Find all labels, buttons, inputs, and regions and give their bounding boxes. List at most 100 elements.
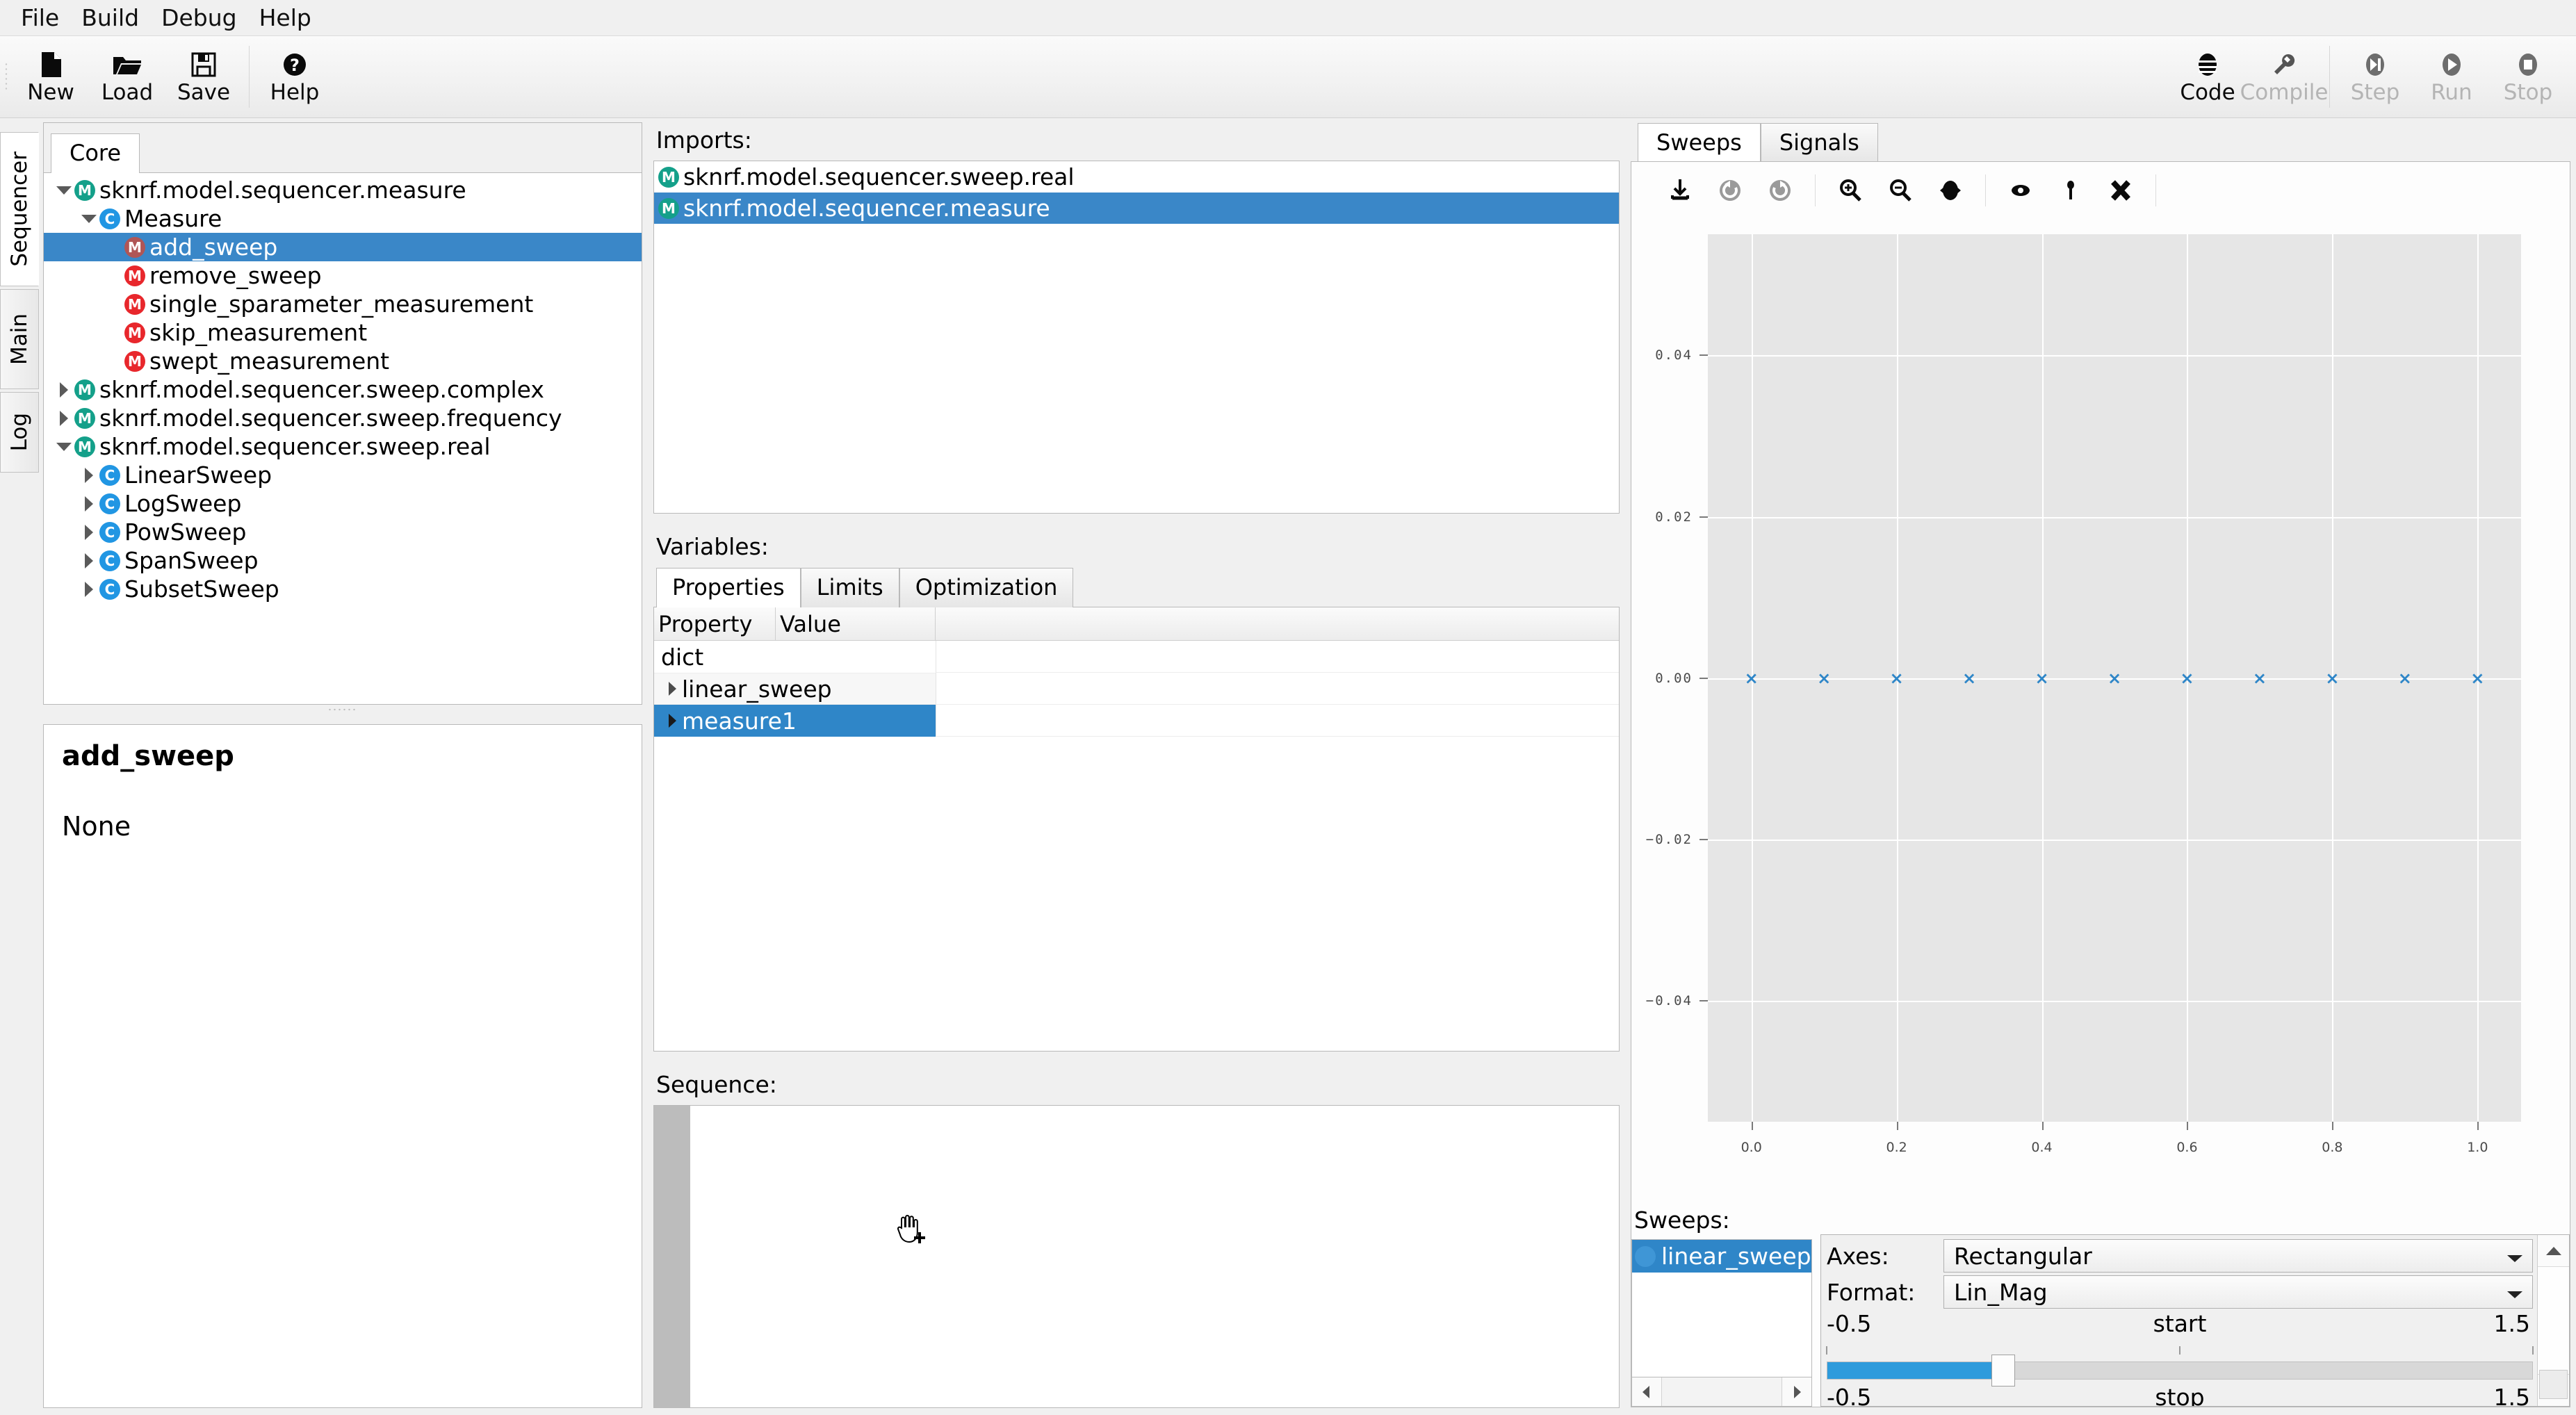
pan-icon[interactable]: [1925, 165, 1975, 215]
vscroll-thumb[interactable]: [2539, 1370, 2568, 1399]
property-cell[interactable]: measure1: [654, 705, 936, 737]
chevron-right-icon[interactable]: [79, 524, 99, 540]
tree-item[interactable]: Msknrf.model.sequencer.sweep.frequency: [44, 404, 642, 432]
sweep-list-item[interactable]: linear_sweep: [1632, 1240, 1811, 1273]
chevron-down-icon[interactable]: [54, 186, 74, 195]
column-header-property[interactable]: Property: [654, 607, 776, 641]
imports-list[interactable]: Msknrf.model.sequencer.sweep.real Msknrf.…: [653, 161, 1620, 514]
tree-item[interactable]: Msknrf.model.sequencer.sweep.complex: [44, 375, 642, 404]
property-cell[interactable]: linear_sweep: [654, 673, 936, 705]
help-button[interactable]: ? Help: [256, 36, 333, 117]
plot-axes-area[interactable]: −0.04 −0.02 0.00 0.02 0.04 0.0 0.2 0.4 0.6 0.8 1.0…: [1646, 234, 2521, 1155]
data-point: ×: [2470, 668, 2485, 688]
chevron-right-icon[interactable]: [79, 553, 99, 569]
plot-canvas[interactable]: −0.04 −0.02 0.00 0.02 0.04 0.0 0.2 0.4 0.6 0.8 1.0…: [1631, 219, 2570, 1198]
chevron-down-icon[interactable]: [79, 214, 99, 223]
sequence-canvas[interactable]: [690, 1106, 1619, 1407]
core-tree[interactable]: Msknrf.model.sequencer.measure C Measure Ma…: [44, 173, 642, 704]
value-cell[interactable]: [936, 673, 1619, 705]
tree-item[interactable]: C SubsetSweep: [44, 575, 642, 603]
tree-item[interactable]: Mswept_measurement: [44, 347, 642, 375]
sidebar-tab-log[interactable]: Log: [0, 392, 39, 473]
tree-item[interactable]: Msingle_sparameter_measurement: [44, 290, 642, 318]
chevron-right-icon[interactable]: [79, 467, 99, 483]
chevron-right-icon[interactable]: [662, 714, 682, 728]
save-icon[interactable]: [1655, 165, 1705, 215]
tree-item[interactable]: Mremove_sweep: [44, 261, 642, 290]
y-tick-label: −0.04: [1645, 992, 1693, 1008]
slider-start[interactable]: [1826, 1346, 2534, 1387]
tree-item[interactable]: C PowSweep: [44, 518, 642, 546]
sweep-settings-vscrollbar[interactable]: [2537, 1235, 2569, 1406]
property-cell[interactable]: dict: [654, 641, 936, 673]
sweeps-list[interactable]: linear_sweep: [1631, 1239, 1812, 1377]
chevron-down-icon[interactable]: [54, 442, 74, 451]
chevron-right-icon[interactable]: [54, 410, 74, 426]
chevron-right-icon[interactable]: [79, 581, 99, 597]
sequence-editor[interactable]: [653, 1105, 1620, 1408]
tab-sweeps[interactable]: Sweeps: [1638, 123, 1761, 163]
table-row[interactable]: linear_sweep: [654, 673, 1619, 705]
menu-debug[interactable]: Debug: [150, 5, 248, 31]
main-toolbar: New Load Save? Help Code Compile Step Run Stop: [0, 36, 2576, 118]
tree-item[interactable]: Msknrf.model.sequencer.measure: [44, 176, 642, 204]
menu-build[interactable]: Build: [70, 5, 150, 31]
scroll-up-icon[interactable]: [2538, 1235, 2569, 1267]
marker-icon[interactable]: [2046, 165, 2096, 215]
tab-core[interactable]: Core: [51, 133, 140, 173]
vscroll-track[interactable]: [2538, 1267, 2569, 1399]
import-item[interactable]: Msknrf.model.sequencer.measure: [654, 193, 1619, 224]
tab-limits[interactable]: Limits: [800, 568, 899, 608]
table-row[interactable]: measure1: [654, 705, 1619, 737]
menu-help[interactable]: Help: [248, 5, 323, 31]
slider-handle[interactable]: [1991, 1355, 2015, 1387]
code-button[interactable]: Code: [2169, 36, 2246, 117]
value-cell[interactable]: [936, 641, 1619, 673]
tree-item[interactable]: C SpanSweep: [44, 546, 642, 575]
scroll-right-icon[interactable]: [1782, 1377, 1811, 1406]
clear-icon[interactable]: [2096, 165, 2146, 215]
tab-properties[interactable]: Properties: [656, 568, 801, 608]
variables-table[interactable]: Property Value dict linear_sweep measure1: [653, 607, 1620, 1052]
chevron-right-icon[interactable]: [79, 496, 99, 512]
scroll-left-icon[interactable]: [1632, 1377, 1661, 1406]
tree-item[interactable]: C LinearSweep: [44, 461, 642, 489]
chevron-right-icon[interactable]: [662, 682, 682, 696]
y-tick-label: 0.04: [1655, 347, 1693, 363]
new-button[interactable]: New: [13, 36, 89, 117]
module-badge-icon: M: [658, 197, 679, 219]
save-button[interactable]: Save: [165, 36, 242, 117]
table-row[interactable]: dict: [654, 641, 1619, 673]
compile-button[interactable]: Compile: [2240, 36, 2328, 117]
load-button[interactable]: Load: [89, 36, 165, 117]
format-dropdown[interactable]: Lin_Mag: [1943, 1275, 2533, 1309]
zoom-in-icon[interactable]: [1825, 165, 1875, 215]
tree-item-label: sknrf.model.sequencer.sweep.frequency: [99, 404, 562, 432]
chevron-right-icon[interactable]: [54, 382, 74, 398]
axes-dropdown[interactable]: Rectangular: [1943, 1239, 2533, 1273]
sweeps-list-hscrollbar[interactable]: [1631, 1377, 1812, 1407]
tab-optimization[interactable]: Optimization: [899, 568, 1074, 608]
sidebar-tab-sequencer[interactable]: Sequencer: [0, 132, 39, 286]
run-button[interactable]: Run: [2413, 36, 2490, 117]
import-item[interactable]: Msknrf.model.sequencer.sweep.real: [654, 161, 1619, 193]
tree-item[interactable]: Madd_sweep: [44, 233, 642, 261]
step-button[interactable]: Step: [2337, 36, 2413, 117]
toolbar-drag-handle[interactable]: [0, 36, 13, 117]
tree-item-label: LinearSweep: [124, 461, 272, 489]
hscroll-track[interactable]: [1661, 1377, 1782, 1406]
menu-file[interactable]: File: [10, 5, 70, 31]
tree-item[interactable]: C LogSweep: [44, 489, 642, 518]
stop-button[interactable]: Stop: [2490, 36, 2566, 117]
slider-groove[interactable]: [1827, 1361, 2533, 1380]
sidebar-tab-main[interactable]: Main: [0, 289, 39, 389]
value-cell[interactable]: [936, 705, 1619, 737]
tree-item[interactable]: Msknrf.model.sequencer.sweep.real: [44, 432, 642, 461]
tab-signals[interactable]: Signals: [1760, 123, 1878, 163]
tree-item[interactable]: Mskip_measurement: [44, 318, 642, 347]
tree-item[interactable]: C Measure: [44, 204, 642, 233]
column-header-value[interactable]: Value: [776, 607, 936, 641]
eye-icon[interactable]: [1996, 165, 2046, 215]
left-splitter[interactable]: [43, 705, 642, 714]
zoom-out-icon[interactable]: [1875, 165, 1925, 215]
